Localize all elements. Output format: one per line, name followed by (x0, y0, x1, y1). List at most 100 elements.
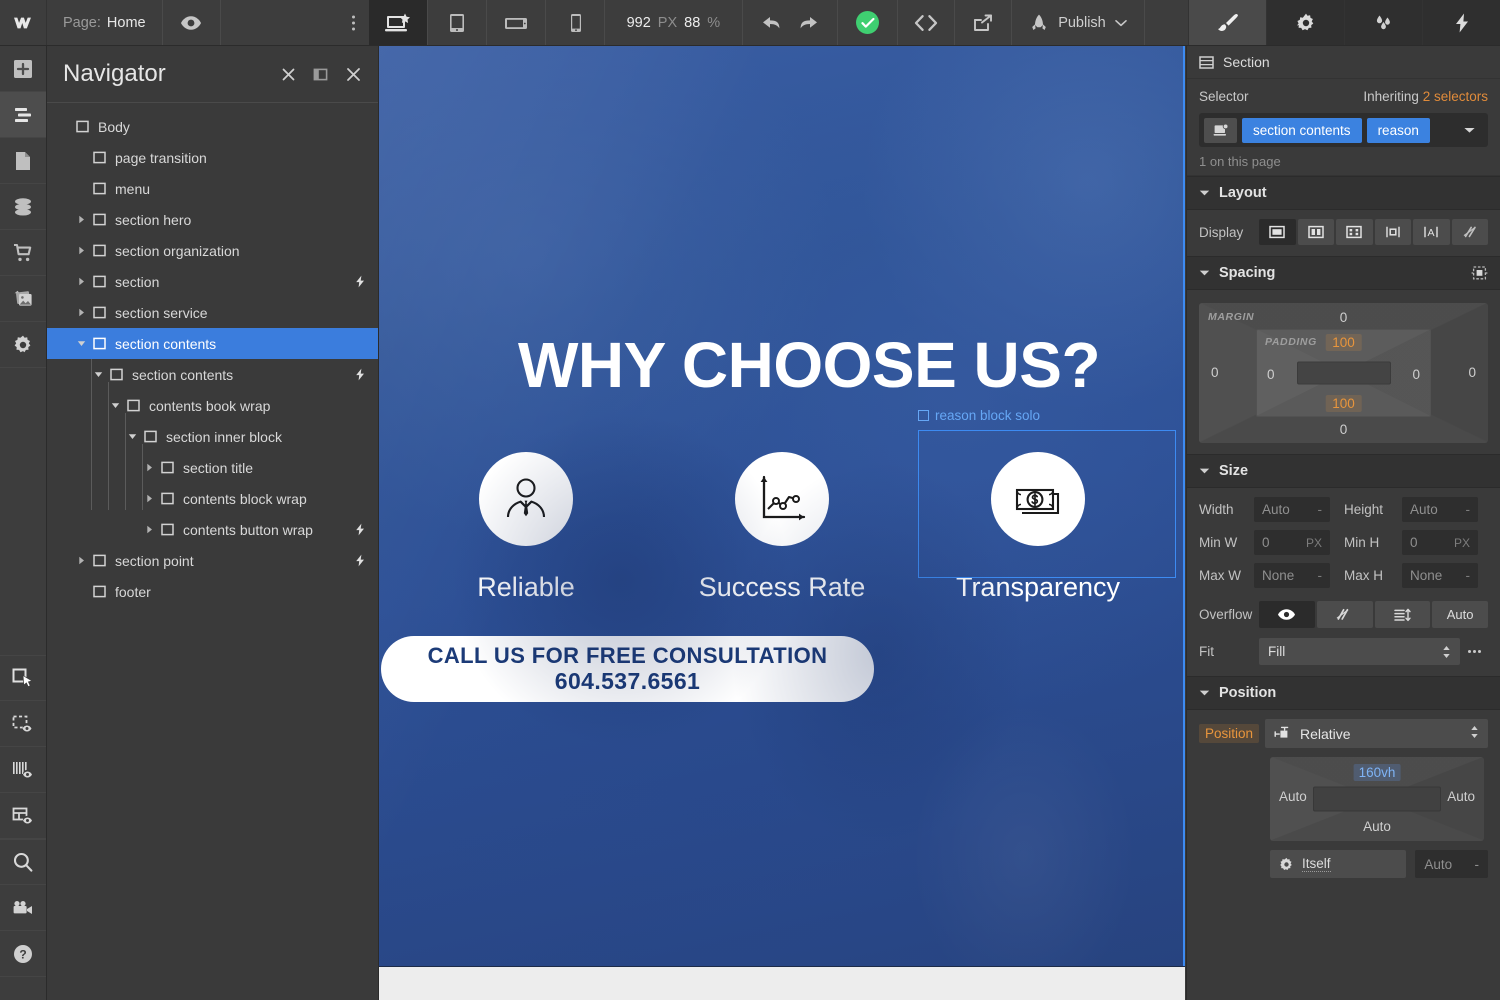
max-height-input[interactable]: None - (1402, 563, 1478, 588)
preview-toggle[interactable] (163, 0, 221, 45)
panel-dock-icon[interactable] (313, 67, 328, 82)
tree-caret[interactable] (76, 183, 87, 194)
display-text-button[interactable]: A (1413, 219, 1450, 245)
code-export-button[interactable] (898, 0, 956, 45)
left-tool-assets[interactable] (0, 276, 46, 322)
breakpoint-mobile-portrait[interactable] (546, 0, 605, 45)
margin-right-value[interactable]: 0 (1468, 365, 1476, 380)
left-tool-pages[interactable] (0, 138, 46, 184)
breakpoint-tablet[interactable] (428, 0, 487, 45)
overflow-scroll-button[interactable] (1374, 601, 1431, 628)
navigator-item-contents-block-wrap[interactable]: contents block wrap (47, 483, 378, 514)
navigator-item-section-contents[interactable]: section contents (47, 359, 378, 390)
export-button[interactable] (955, 0, 1013, 45)
tree-caret[interactable] (76, 307, 87, 318)
chevron-down-icon[interactable] (1463, 126, 1483, 135)
page-indicator[interactable]: Page: Home (47, 0, 163, 45)
navigator-item-Body[interactable]: Body (47, 111, 378, 142)
webflow-logo[interactable] (0, 0, 47, 45)
interaction-indicator[interactable] (354, 523, 366, 536)
fit-select[interactable]: Fill (1259, 638, 1460, 665)
display-block-button[interactable] (1259, 219, 1296, 245)
display-flex-button[interactable] (1297, 219, 1334, 245)
tree-caret[interactable] (144, 493, 155, 504)
position-bottom-value[interactable]: Auto (1363, 819, 1391, 834)
left-tool-ecommerce[interactable] (0, 230, 46, 276)
tab-style[interactable] (1188, 0, 1266, 45)
position-top-value[interactable]: 160vh (1353, 764, 1401, 781)
navigator-item-section-service[interactable]: section service (47, 297, 378, 328)
tree-caret[interactable] (76, 152, 87, 163)
padding-right-value[interactable]: 0 (1412, 367, 1420, 382)
left-tool-grid-overlay[interactable] (0, 793, 46, 839)
left-tool-guides[interactable] (0, 747, 46, 793)
publish-button[interactable]: Publish (1012, 0, 1145, 45)
min-width-input[interactable]: 0 PX (1254, 530, 1330, 555)
tree-caret[interactable] (127, 431, 138, 442)
breakpoint-mobile-landscape[interactable] (487, 0, 546, 45)
navigator-item-contents-book-wrap[interactable]: contents book wrap (47, 390, 378, 421)
display-grid-button[interactable] (1336, 219, 1373, 245)
selector-chip-1[interactable]: reason (1366, 117, 1430, 143)
tab-style-manager[interactable] (1344, 0, 1422, 45)
redo-icon[interactable] (797, 14, 819, 32)
navigator-item-footer[interactable]: footer (47, 576, 378, 607)
margin-top-value[interactable]: 0 (1199, 310, 1488, 325)
min-height-input[interactable]: 0 PX (1402, 530, 1478, 555)
overflow-hidden-button[interactable] (1316, 601, 1373, 628)
tree-caret[interactable] (76, 214, 87, 225)
position-right-value[interactable]: Auto (1447, 789, 1475, 804)
overflow-visible-button[interactable] (1259, 601, 1315, 628)
collapse-x-icon[interactable] (281, 67, 296, 82)
feature-success-rate[interactable]: Success Rate (696, 452, 868, 603)
tree-caret[interactable] (76, 586, 87, 597)
tree-caret[interactable] (59, 121, 70, 132)
z-index-target-button[interactable]: Itself (1270, 850, 1407, 878)
width-input[interactable]: Auto - (1254, 497, 1330, 522)
navigator-item-page-transition[interactable]: page transition (47, 142, 378, 173)
margin-bottom-value[interactable]: 0 (1199, 422, 1488, 437)
left-tool-navigator[interactable] (0, 92, 46, 138)
display-none-button[interactable] (1451, 219, 1488, 245)
left-tool-cms[interactable] (0, 184, 46, 230)
max-width-input[interactable]: None - (1254, 563, 1330, 588)
breakpoint-desktop[interactable] (368, 0, 428, 45)
inheriting-info[interactable]: Inheriting 2 selectors (1363, 89, 1488, 104)
tree-caret[interactable] (76, 276, 87, 287)
more-vertical-icon[interactable] (351, 15, 355, 30)
interaction-indicator[interactable] (354, 275, 366, 288)
feature-reliable[interactable]: Reliable (440, 452, 612, 603)
navigator-item-section-organization[interactable]: section organization (47, 235, 378, 266)
tree-caret[interactable] (93, 369, 104, 380)
size-section-header[interactable]: Size (1187, 454, 1500, 488)
navigator-item-section[interactable]: section (47, 266, 378, 297)
layout-section-header[interactable]: Layout (1187, 176, 1500, 210)
tree-caret[interactable] (76, 245, 87, 256)
position-section-header[interactable]: Position (1187, 676, 1500, 710)
tab-settings[interactable] (1266, 0, 1344, 45)
navigator-item-section-point[interactable]: section point (47, 545, 378, 576)
padding-left-value[interactable]: 0 (1267, 367, 1275, 382)
spacing-mode-icon[interactable] (1471, 265, 1488, 281)
navigator-item-section-title[interactable]: section title (47, 452, 378, 483)
canvas-size-indicator[interactable]: 992 PX 88 % (605, 0, 744, 45)
save-status[interactable] (838, 0, 899, 45)
padding-top-value[interactable]: 100 (1325, 334, 1362, 351)
navigator-item-section-contents[interactable]: section contents (47, 328, 378, 359)
tab-interactions[interactable] (1422, 0, 1500, 45)
spacing-section-header[interactable]: Spacing (1187, 256, 1500, 290)
more-horizontal-icon[interactable] (1460, 650, 1488, 653)
left-tool-video[interactable] (0, 885, 46, 931)
left-tool-help[interactable]: ? (0, 931, 46, 977)
display-inline-block-button[interactable] (1374, 219, 1411, 245)
navigator-item-contents-button-wrap[interactable]: contents button wrap (47, 514, 378, 545)
margin-left-value[interactable]: 0 (1211, 365, 1219, 380)
interaction-indicator[interactable] (354, 554, 366, 567)
feature-transparency[interactable]: reason block solo Transparency (918, 408, 1176, 603)
padding-bottom-value[interactable]: 100 (1325, 395, 1362, 412)
cta-button[interactable]: CALL US FOR FREE CONSULTATION 604.537.65… (381, 636, 874, 702)
section-contents-preview[interactable]: WHY CHOOSE US? Reliable Success Rate rea… (379, 46, 1185, 966)
left-tool-settings[interactable] (0, 322, 46, 368)
interaction-indicator[interactable] (354, 368, 366, 381)
position-left-value[interactable]: Auto (1279, 789, 1307, 804)
